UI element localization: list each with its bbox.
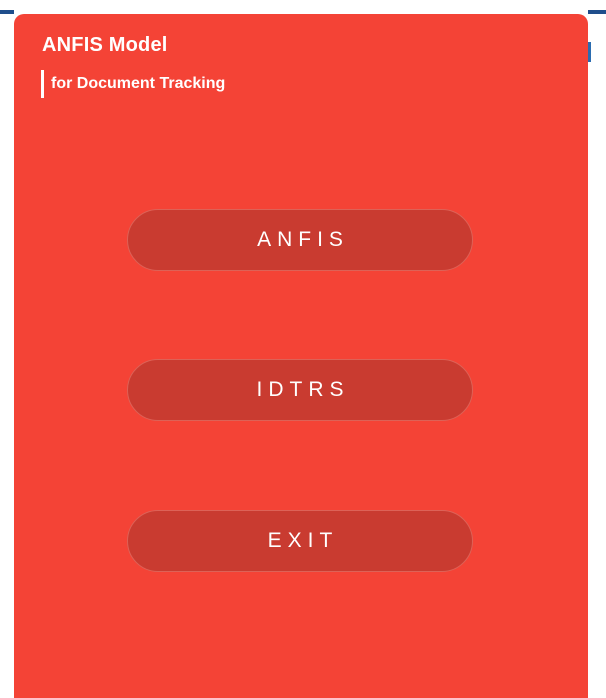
idtrs-button[interactable]: IDTRS [127,359,473,421]
background-left-margin [0,14,14,698]
subtitle-accent-bar [41,70,44,98]
app-title: ANFIS Model [42,34,168,56]
anfis-button[interactable]: ANFIS [127,209,473,271]
subtitle-block: for Document Tracking [41,70,225,98]
background-right-margin [588,14,606,698]
app-subtitle: for Document Tracking [51,75,226,92]
exit-button[interactable]: EXIT [127,510,473,572]
main-panel: ANFIS Model for Document Tracking ANFIS … [14,14,588,698]
background-accent [588,42,591,62]
window-top-strip [0,0,606,14]
